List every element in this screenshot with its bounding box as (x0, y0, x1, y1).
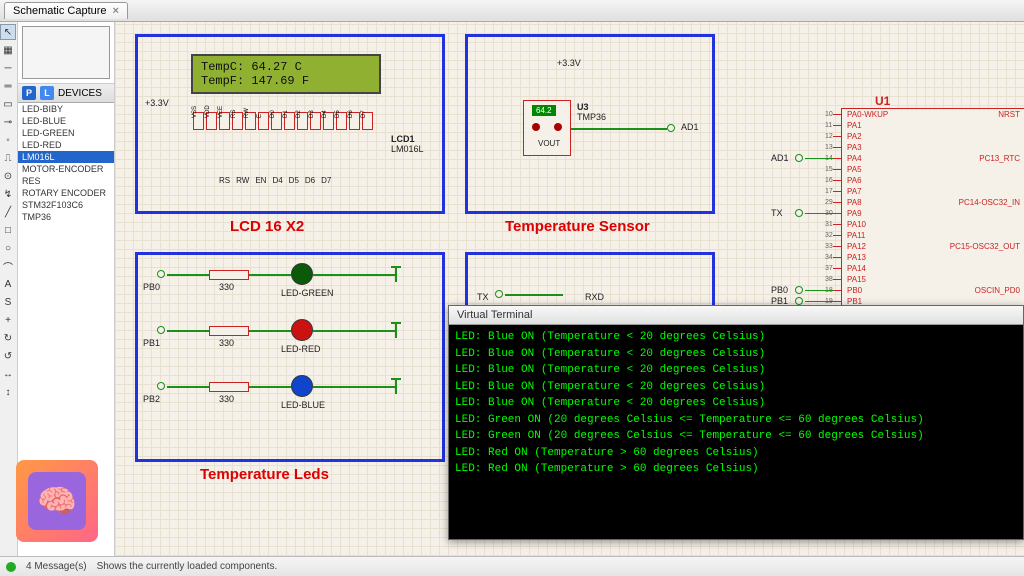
plus-tool-icon[interactable]: + (0, 312, 16, 328)
preview-box (18, 22, 114, 84)
net-ad1 (667, 124, 675, 132)
tx-label: TX (477, 292, 489, 302)
box-tool-icon[interactable]: □ (0, 222, 16, 238)
rotate-ccw-icon[interactable]: ↺ (0, 348, 16, 364)
led-net: PB2 (143, 394, 160, 404)
text-tool-icon[interactable]: A (0, 276, 16, 292)
rotate-cw-icon[interactable]: ↻ (0, 330, 16, 346)
graph-tool-icon[interactable]: ⎍ (0, 150, 16, 166)
lcd-voltage: +3.3V (145, 98, 169, 108)
sensor-value: 64.2 (532, 105, 556, 116)
terminal-line: LED: Blue ON (Temperature < 20 degrees C… (455, 395, 1017, 412)
close-icon[interactable]: × (113, 5, 119, 17)
terminal-tool-icon[interactable]: ⊸ (0, 114, 16, 130)
sensor-net: AD1 (681, 122, 699, 132)
brain-icon: 🧠 (28, 472, 86, 530)
terminal-body: LED: Blue ON (Temperature < 20 degrees C… (449, 325, 1023, 482)
virtual-terminal[interactable]: Virtual Terminal LED: Blue ON (Temperatu… (448, 305, 1024, 540)
led-icon (291, 319, 313, 341)
terminal-line: LED: Red ON (Temperature > 60 degrees Ce… (455, 445, 1017, 462)
leds-block-label: Temperature Leds (200, 466, 329, 483)
terminal-line: LED: Red ON (Temperature > 60 degrees Ce… (455, 461, 1017, 478)
lcd-ref: LCD1 (391, 134, 415, 144)
line-tool-icon[interactable]: ╱ (0, 204, 16, 220)
wire-tool-icon[interactable]: ─ (0, 60, 16, 76)
led-name: LED-RED (281, 344, 321, 354)
flip-v-icon[interactable]: ↕ (0, 384, 16, 400)
led-net: PB0 (143, 282, 160, 292)
symbol-tool-icon[interactable]: S (0, 294, 16, 310)
rxd-label: RXD (585, 292, 604, 302)
device-item[interactable]: LED-GREEN (18, 127, 114, 139)
res-value: 330 (219, 394, 234, 404)
sensor-body: 64.2 VOUT (523, 100, 571, 156)
subcircuit-tool-icon[interactable]: ▭ (0, 96, 16, 112)
status-bar: 4 Message(s) Shows the currently loaded … (0, 556, 1024, 576)
lcd-line2: TempF: 147.69 F (201, 74, 371, 88)
sensor-ref: U3 (577, 102, 589, 112)
lcd-screen: TempC: 64.27 C TempF: 147.69 F (191, 54, 381, 94)
terminal-title: Virtual Terminal (449, 306, 1023, 325)
terminal-line: LED: Blue ON (Temperature < 20 degrees C… (455, 346, 1017, 363)
tab-schematic[interactable]: Schematic Capture × (4, 2, 128, 19)
led-icon (291, 263, 313, 285)
sensor-vout: VOUT (538, 139, 560, 148)
brain-logo: 🧠 (16, 460, 98, 542)
message-count: 4 Message(s) (26, 561, 87, 572)
status-ok-icon (6, 562, 16, 572)
device-item[interactable]: MOTOR-ENCODER (18, 163, 114, 175)
device-item[interactable]: LED-BLUE (18, 115, 114, 127)
lcd-line1: TempC: 64.27 C (201, 60, 371, 74)
res-value: 330 (219, 282, 234, 292)
terminal-line: LED: Blue ON (Temperature < 20 degrees C… (455, 379, 1017, 396)
mcu-ref: U1 (875, 94, 890, 108)
p-mode-button[interactable]: P (22, 86, 36, 100)
leds-block (135, 252, 445, 462)
tab-label: Schematic Capture (13, 5, 107, 17)
devices-header: P L DEVICES (18, 84, 114, 103)
sensor-block (465, 34, 715, 214)
led-name: LED-BLUE (281, 400, 325, 410)
device-item[interactable]: LED-RED (18, 139, 114, 151)
arrow-tool-icon[interactable]: ↖ (0, 24, 16, 40)
terminal-line: LED: Green ON (20 degrees Celsius <= Tem… (455, 428, 1017, 445)
circle-tool-icon[interactable]: ○ (0, 240, 16, 256)
mcu-net: AD1 (771, 153, 789, 163)
device-item[interactable]: STM32F103C6 (18, 199, 114, 211)
status-hint: Shows the currently loaded components. (97, 561, 278, 572)
device-item[interactable]: RES (18, 175, 114, 187)
led-net: PB1 (143, 338, 160, 348)
component-tool-icon[interactable]: ▦ (0, 42, 16, 58)
terminal-line: LED: Green ON (20 degrees Celsius <= Tem… (455, 412, 1017, 429)
generator-tool-icon[interactable]: ⊙ (0, 168, 16, 184)
device-item[interactable]: LED-BIBY (18, 103, 114, 115)
mcu-net: TX (771, 208, 783, 218)
lcd-block-label: LCD 16 X2 (230, 218, 304, 235)
device-item[interactable]: TMP36 (18, 211, 114, 223)
led-name: LED-GREEN (281, 288, 334, 298)
sensor-part: TMP36 (577, 112, 606, 122)
sensor-block-label: Temperature Sensor (505, 218, 650, 235)
sensor-voltage: +3.3V (557, 58, 581, 68)
tab-bar: Schematic Capture × (0, 0, 1024, 22)
res-value: 330 (219, 338, 234, 348)
uart-block (465, 252, 715, 312)
l-mode-button[interactable]: L (40, 86, 54, 100)
device-item[interactable]: ROTARY ENCODER (18, 187, 114, 199)
arc-tool-icon[interactable]: ⌒ (0, 258, 16, 274)
led-icon (291, 375, 313, 397)
device-item[interactable]: LM016L (18, 151, 114, 163)
lcd-part: LM016L (391, 144, 424, 154)
flip-h-icon[interactable]: ↔ (0, 366, 16, 382)
devices-label: DEVICES (58, 88, 102, 99)
pin-tool-icon[interactable]: ◦ (0, 132, 16, 148)
mcu-net: PB0 (771, 285, 788, 295)
probe-tool-icon[interactable]: ↯ (0, 186, 16, 202)
terminal-line: LED: Blue ON (Temperature < 20 degrees C… (455, 329, 1017, 346)
terminal-line: LED: Blue ON (Temperature < 20 degrees C… (455, 362, 1017, 379)
bus-tool-icon[interactable]: ═ (0, 78, 16, 94)
